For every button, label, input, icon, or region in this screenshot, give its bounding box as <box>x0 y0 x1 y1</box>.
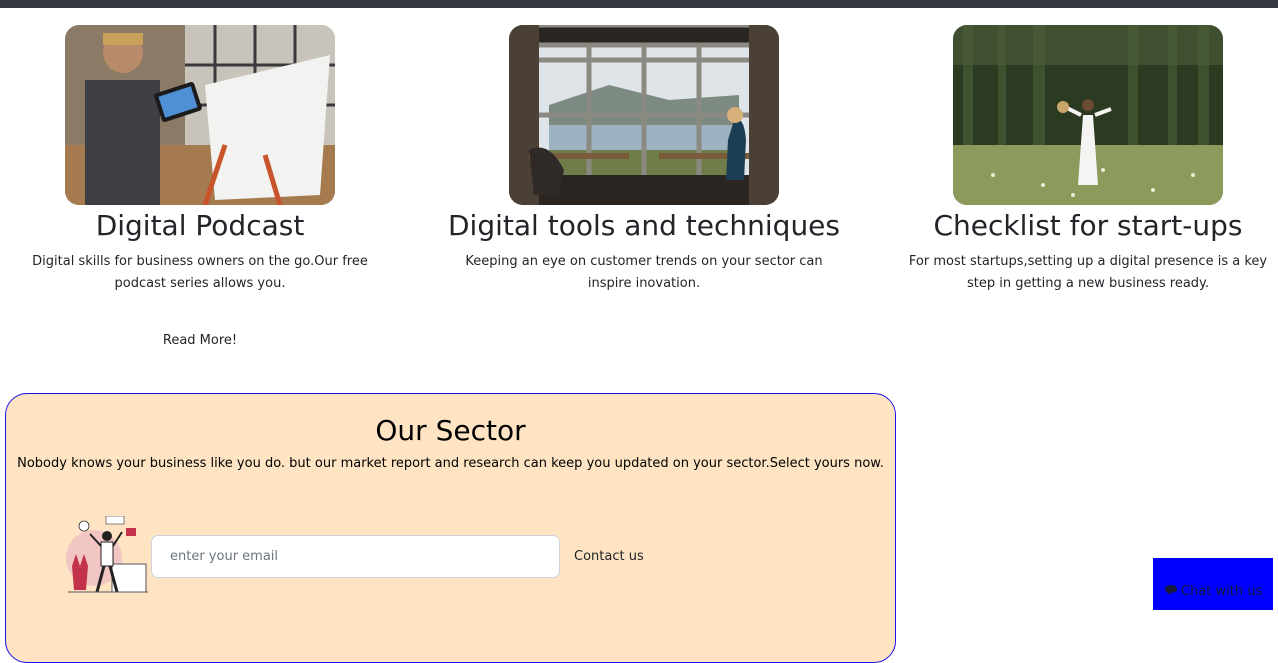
card-text: Keeping an eye on customer trends on you… <box>465 254 823 291</box>
card-checklist-startups: Checklist for start-ups For most startup… <box>888 25 1278 295</box>
card-title: Digital Podcast <box>95 209 305 242</box>
tools-image <box>509 25 779 205</box>
card-digital-tools: Digital tools and techniques Keeping an … <box>444 25 844 295</box>
card-text: For most startups,setting up a digital p… <box>908 254 1268 291</box>
top-nav-bar <box>0 0 1278 8</box>
sector-title: Our Sector <box>375 414 526 447</box>
card-digital-podcast: Digital Podcast Digital skills for busin… <box>0 25 400 348</box>
card-title: Checklist for start-ups <box>933 209 1243 242</box>
podcast-image <box>65 25 335 205</box>
worker-illustration <box>64 515 148 598</box>
contact-us-button[interactable]: Contact us <box>574 549 644 564</box>
chat-bubble-icon <box>1165 584 1177 599</box>
email-input[interactable] <box>151 535 560 578</box>
sector-description: Nobody knows your business like you do. … <box>17 456 884 471</box>
read-more-link[interactable]: Read More! <box>0 333 400 348</box>
card-text: Digital skills for business owners on th… <box>32 254 368 291</box>
startups-image <box>953 25 1223 205</box>
sector-section: Our Sector Nobody knows your business li… <box>5 393 896 663</box>
chat-with-us-button[interactable]: Chat with us <box>1153 558 1273 610</box>
chat-label: Chat with us <box>1181 584 1263 599</box>
card-title: Digital tools and techniques <box>448 209 840 242</box>
